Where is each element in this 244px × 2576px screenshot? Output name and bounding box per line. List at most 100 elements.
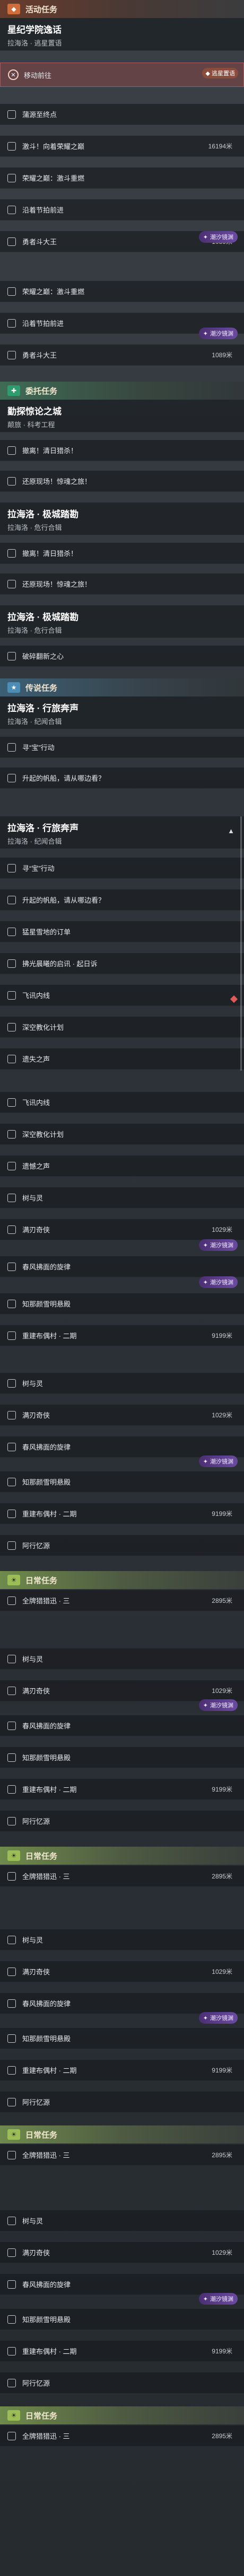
list-item[interactable]: 撤离！清日猎杀！ [0,543,244,564]
list-item[interactable]: 满刃奇侠 1029米 [0,1219,244,1240]
track-button[interactable]: ◆ 逃星置语 [202,68,238,78]
scrollbar[interactable] [240,816,242,1071]
list-item[interactable]: 全牌猎猎迅 · 三 2895米 [0,1590,244,1611]
item-label: 勇者斗大王 [22,351,57,359]
list-item[interactable]: 勇者斗大王 1089米 [0,345,244,366]
list-item[interactable]: 荣耀之巅：激斗重燃 [0,281,244,302]
list-item[interactable]: 寻“宝”行动 [0,737,244,758]
list-item[interactable]: 猛星雪地的订单 [0,921,244,942]
ongoing-objective[interactable]: ✕ 移动前往 ◆ 逃星置语 [0,63,244,87]
item-label: 全牌猎猎迅 · 三 [22,2151,70,2159]
list-item[interactable]: 深空教化计划 [0,1017,244,1038]
quest-card-title[interactable]: 拉海洛 · 行旅奔声 拉海洛 · 纪闻合辑 [0,696,244,729]
list-item[interactable]: 深空教化计划 [0,1124,244,1145]
checkbox-icon [7,1967,16,1976]
section-header-daily[interactable]: ☀ 日常任务 [0,2125,244,2143]
list-item[interactable]: 阿行忆源 [0,1811,244,1832]
list-item[interactable]: 树与灵 [0,1648,244,1670]
quest-card-title[interactable]: 勤探惊论之城 颠旅 · 科考工程 [0,400,244,433]
list-item[interactable]: 飞讯内线 [0,985,244,1006]
list-item[interactable]: 重建布偶村 · 二期 9199米 [0,1503,244,1524]
list-item[interactable]: 阿行忆源 [0,2372,244,2394]
list-item[interactable]: 阿行忆源 [0,1535,244,1556]
section-header-daily[interactable]: ☀ 日常任务 [0,1847,244,1865]
list-item[interactable]: 遗失之声 [0,1048,244,1070]
list-item[interactable]: 春风拂面的旋律 [0,1256,244,1277]
list-item[interactable]: 撤离！清日猎杀！ [0,440,244,461]
list-item[interactable]: 沿着节拍前进 [0,199,244,220]
list-item[interactable]: 知那颜雪明悬殿 [0,2309,244,2330]
list-item[interactable]: 阿行忆源 [0,2092,244,2113]
tide-icon: ✦ [203,1458,208,1465]
item-label: 寻“宝”行动 [22,744,55,752]
list-item[interactable]: 春风拂面的旋律 [0,2274,244,2295]
list-item[interactable]: 全牌猎猎迅 · 三 2895米 [0,2145,244,2166]
item-label: 阿行忆源 [22,1542,50,1550]
quest-subtitle: 颠旅 · 科考工程 [7,421,55,429]
quest-title: 拉海洛 · 极城踏勘 [7,509,79,519]
event-tag: ✦ 潮汐镜渊 [198,2293,238,2305]
chevron-up-icon[interactable]: ▲ [228,827,234,835]
list-item[interactable]: 树与灵 [0,1187,244,1208]
event-tag: ✦ 潮汐镜渊 [198,1699,238,1711]
item-label: 树与灵 [22,2217,43,2225]
list-item[interactable]: 知那颜雪明悬殿 [0,1293,244,1315]
item-label: 荣耀之巅：激斗重燃 [22,288,85,296]
list-item[interactable]: 春风拂面的旋律 [0,1715,244,1736]
checkbox-icon [7,2066,16,2075]
list-item[interactable]: 满刃奇侠 1029米 [0,1961,244,1982]
list-item[interactable]: 知那颜雪明悬殿 [0,2028,244,2049]
quest-card-title[interactable]: 拉海洛 · 行旅奔声 拉海洛 · 纪闻合辑 ▲ [0,816,244,849]
item-label: 遗失之声 [22,1055,50,1063]
list-item[interactable]: 拂光晨曦的启讯 · 起日诉 [0,953,244,974]
list-item[interactable]: 升起的帆船，请从哪边看？ [0,889,244,911]
section-header-event[interactable]: ◆ 活动任务 [0,0,244,18]
list-item[interactable]: 全牌猎猎迅 · 三 2895米 [0,1866,244,1887]
list-item[interactable]: 树与灵 [0,2210,244,2231]
item-label: 沿着节拍前进 [22,206,64,214]
list-item[interactable]: 树与灵 [0,1929,244,1951]
section-header-daily[interactable]: ☀ 日常任务 [0,2406,244,2424]
checkbox-icon [7,1054,16,1063]
list-item[interactable]: 蒲源至终点 [0,104,244,125]
list-item[interactable]: 满刃奇侠 1029米 [0,1405,244,1426]
list-item[interactable]: 春风拂面的旋律 [0,1436,244,1458]
list-item[interactable]: 升起的帆船，请从哪边看？ [0,767,244,789]
list-item[interactable]: 寻“宝”行动 [0,858,244,879]
quest-card-title[interactable]: 拉海洛 · 极城踏勘 拉海洛 · 危行合辑 [0,502,244,535]
list-item[interactable]: 全牌猎猎迅 · 三 2895米 [0,2425,244,2447]
list-item[interactable]: 还原现场！惊魂之旅！ [0,471,244,492]
quest-title: 星纪学院逸话 [7,25,62,35]
quest-card-title[interactable]: 拉海洛 · 极城踏勘 拉海洛 · 危行合辑 [0,605,244,638]
quest-subtitle: 拉海洛 · 纪闻合辑 [7,718,62,726]
list-item[interactable]: 满刃奇侠 1029米 [0,2242,244,2263]
list-item[interactable]: 荣耀之巅：激斗重燃 [0,167,244,189]
checkbox-icon [7,773,16,782]
checkbox-icon [7,1721,16,1730]
section-label: 日常任务 [25,1851,58,1861]
list-item[interactable]: 重建布偶村 · 二期 9199米 [0,2341,244,2362]
section-header-commission[interactable]: ✚ 委托任务 [0,382,244,400]
checkbox-icon [7,1262,16,1271]
list-item[interactable]: 飞讯内线 [0,1092,244,1113]
item-label: 全牌猎猎迅 · 三 [22,1597,70,1605]
list-item[interactable]: 知那颜雪明悬殿 [0,1747,244,1768]
list-item[interactable]: 春风拂面的旋律 [0,1993,244,2014]
list-item[interactable]: 激斗！向着荣耀之巅 16194米 [0,136,244,157]
item-distance: 1029米 [212,1687,232,1695]
checkbox-icon [7,477,16,486]
list-item[interactable]: 破碎翻新之心 [0,646,244,667]
list-item[interactable]: 遗憾之声 [0,1155,244,1177]
list-item[interactable]: 还原现场！惊魂之旅！ [0,574,244,595]
section-header-legend[interactable]: ★ 传说任务 [0,678,244,696]
list-item[interactable]: 满刃奇侠 1029米 [0,1680,244,1701]
list-item[interactable]: 树与灵 [0,1373,244,1394]
list-item[interactable]: 重建布偶村 · 二期 9199米 [0,1325,244,1346]
quest-card-title[interactable]: 星纪学院逸话 拉海洛 · 逃星置语 [0,18,244,51]
item-label: 飞讯内线 [22,1099,50,1107]
list-item[interactable]: 重建布偶村 · 二期 9199米 [0,1779,244,1800]
list-item[interactable]: 知那颜雪明悬殿 [0,1471,244,1493]
section-header-daily[interactable]: ☀ 日常任务 [0,1571,244,1589]
checkbox-icon [7,549,16,558]
list-item[interactable]: 重建布偶村 · 二期 9199米 [0,2060,244,2081]
